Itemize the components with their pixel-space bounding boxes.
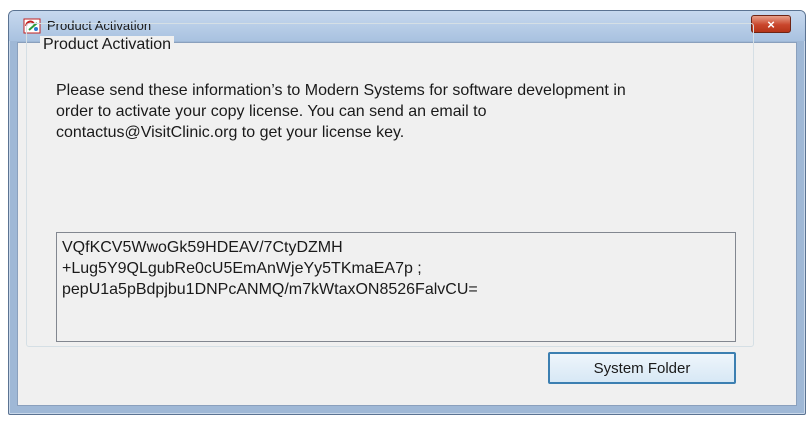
activation-code-line: VQfKCV5WwoGk59HDEAV/7CtyDZMH xyxy=(62,239,343,256)
close-icon: × xyxy=(767,16,775,32)
close-button[interactable]: × xyxy=(751,15,791,33)
message-line: order to activate your copy license. You… xyxy=(56,103,487,120)
groupbox-legend: Product Activation xyxy=(40,36,175,54)
activation-code-textbox[interactable]: VQfKCV5WwoGk59HDEAV/7CtyDZMH +Lug5Y9QLgu… xyxy=(56,232,736,342)
system-folder-button[interactable]: System Folder xyxy=(548,352,736,384)
activation-code-line: pepU1a5pBdpjbu1DNPcANMQ/m7kWtaxON8526Fal… xyxy=(62,281,478,298)
instruction-message: Please send these information’s to Moder… xyxy=(56,80,746,143)
message-line: Please send these information’s to Moder… xyxy=(56,82,626,99)
message-line: contactus@VisitClinic.org to get your li… xyxy=(56,124,405,141)
activation-code-line: +Lug5Y9QLgubRe0cU5EmAnWjeYy5TKmaEA7p ; xyxy=(62,260,422,277)
